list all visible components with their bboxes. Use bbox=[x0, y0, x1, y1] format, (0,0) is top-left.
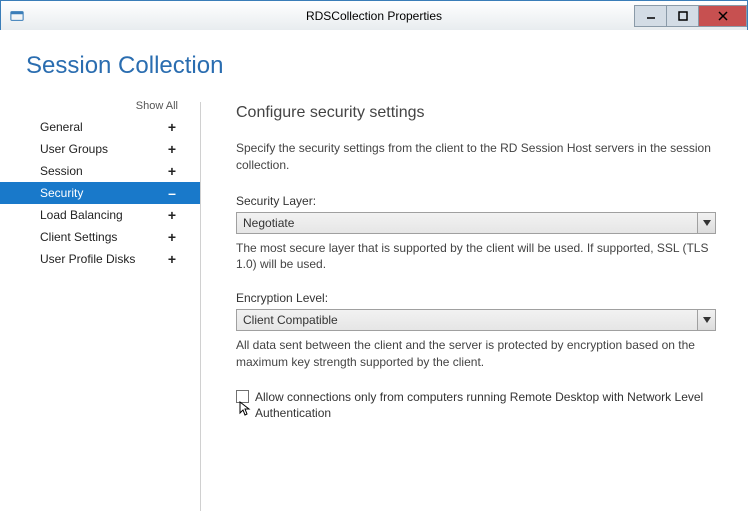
page-title: Session Collection bbox=[26, 52, 748, 80]
mouse-cursor-icon bbox=[239, 401, 251, 417]
chevron-down-icon bbox=[697, 310, 715, 330]
expand-icon: + bbox=[166, 229, 178, 245]
sidebar-item-general[interactable]: General + bbox=[0, 116, 200, 138]
expand-icon: + bbox=[166, 163, 178, 179]
window-title: RDSCollection Properties bbox=[306, 9, 442, 23]
sidebar-item-label: User Groups bbox=[40, 142, 108, 156]
show-all-link[interactable]: Show All bbox=[0, 100, 200, 116]
vertical-divider bbox=[200, 102, 201, 511]
nla-checkbox-label: Allow connections only from computers ru… bbox=[255, 389, 726, 421]
maximize-button[interactable] bbox=[667, 5, 699, 27]
panel-title: Configure security settings bbox=[236, 104, 728, 122]
minimize-button[interactable] bbox=[635, 5, 667, 27]
sidebar: Show All General + User Groups + Session… bbox=[0, 102, 200, 525]
encryption-level-label: Encryption Level: bbox=[236, 291, 728, 305]
expand-icon: + bbox=[166, 251, 178, 267]
main-panel: Configure security settings Specify the … bbox=[200, 102, 748, 525]
expand-icon: + bbox=[166, 141, 178, 157]
window-controls bbox=[634, 5, 747, 27]
sidebar-item-user-groups[interactable]: User Groups + bbox=[0, 138, 200, 160]
sidebar-item-client-settings[interactable]: Client Settings + bbox=[0, 226, 200, 248]
collapse-icon: – bbox=[166, 185, 178, 201]
title-bar: RDSCollection Properties bbox=[1, 1, 747, 31]
security-layer-help: The most secure layer that is supported … bbox=[236, 240, 726, 274]
sidebar-item-label: Load Balancing bbox=[40, 208, 123, 222]
sidebar-item-label: General bbox=[40, 120, 83, 134]
sidebar-item-label: User Profile Disks bbox=[40, 252, 135, 266]
encryption-level-dropdown[interactable]: Client Compatible bbox=[236, 309, 716, 331]
sidebar-item-label: Client Settings bbox=[40, 230, 117, 244]
nla-checkbox[interactable] bbox=[236, 390, 249, 403]
content-area: Session Collection Show All General + Us… bbox=[0, 30, 748, 525]
sidebar-item-label: Session bbox=[40, 164, 83, 178]
panel-description: Specify the security settings from the c… bbox=[236, 140, 728, 174]
sidebar-item-session[interactable]: Session + bbox=[0, 160, 200, 182]
chevron-down-icon bbox=[697, 213, 715, 233]
encryption-level-value: Client Compatible bbox=[243, 313, 338, 327]
security-layer-value: Negotiate bbox=[243, 216, 294, 230]
expand-icon: + bbox=[166, 119, 178, 135]
sidebar-item-user-profile-disks[interactable]: User Profile Disks + bbox=[0, 248, 200, 270]
expand-icon: + bbox=[166, 207, 178, 223]
close-button[interactable] bbox=[699, 5, 747, 27]
nla-checkbox-row[interactable]: Allow connections only from computers ru… bbox=[236, 389, 726, 421]
app-icon bbox=[9, 8, 25, 24]
encryption-level-help: All data sent between the client and the… bbox=[236, 337, 726, 371]
security-layer-dropdown[interactable]: Negotiate bbox=[236, 212, 716, 234]
sidebar-item-label: Security bbox=[40, 186, 83, 200]
sidebar-item-security[interactable]: Security – bbox=[0, 182, 200, 204]
sidebar-item-load-balancing[interactable]: Load Balancing + bbox=[0, 204, 200, 226]
security-layer-label: Security Layer: bbox=[236, 194, 728, 208]
